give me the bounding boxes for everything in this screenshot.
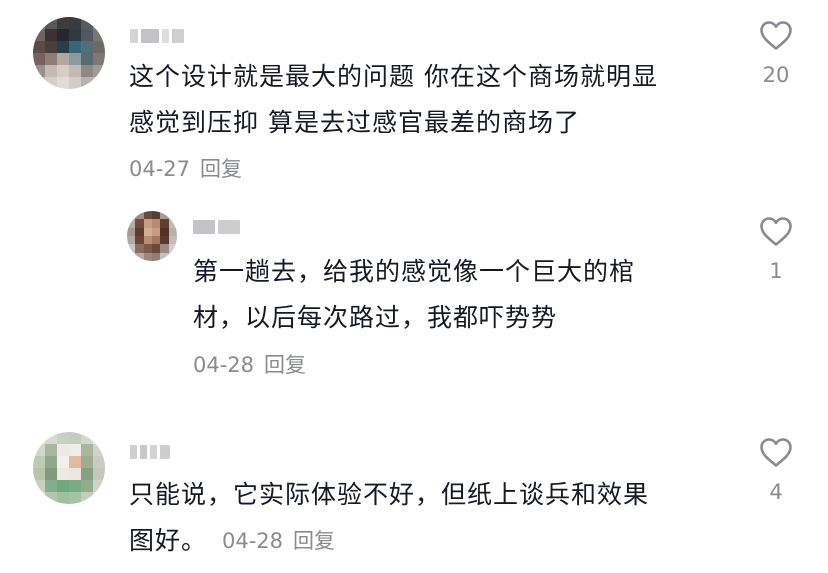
like-button[interactable]: 1 xyxy=(752,216,800,283)
comment-meta: 04-28 回复 xyxy=(222,527,335,555)
like-button[interactable]: 4 xyxy=(752,437,800,504)
reply-button[interactable]: 回复 xyxy=(200,157,242,181)
heart-outline-icon xyxy=(760,438,792,467)
comment-text-line: 第一趟去，给我的感觉像一个巨大的棺 xyxy=(193,257,636,286)
comment-date: 04-28 xyxy=(193,353,255,377)
avatar[interactable] xyxy=(33,432,105,504)
like-count: 1 xyxy=(769,259,783,283)
heart-outline-icon xyxy=(760,217,792,246)
comment-meta: 04-28 回复 xyxy=(193,351,306,379)
comment-text: 图好。 xyxy=(129,518,207,564)
reply-button[interactable]: 回复 xyxy=(264,353,306,377)
comment-text-line: 只能说，它实际体验不好，但纸上谈兵和效果 xyxy=(129,480,650,509)
username[interactable] xyxy=(130,28,184,44)
comment-meta: 04-27 回复 xyxy=(129,155,242,183)
avatar[interactable] xyxy=(127,211,177,261)
username[interactable] xyxy=(130,444,170,460)
comment-text-line: 感觉到压抑 算是去过感官最差的商场了 xyxy=(129,108,580,137)
reply-button[interactable]: 回复 xyxy=(293,529,335,553)
like-count: 20 xyxy=(762,63,790,87)
like-button[interactable]: 20 xyxy=(752,20,800,87)
comment-text: 这个设计就是最大的问题 你在这个商场就明显 感觉到压抑 算是去过感官最差的商场了 xyxy=(129,54,658,146)
comment-date: 04-28 xyxy=(222,529,284,553)
username[interactable] xyxy=(193,219,240,235)
like-count: 4 xyxy=(769,480,783,504)
comment-text-line: 图好。 xyxy=(129,526,208,555)
comment-date: 04-27 xyxy=(129,157,191,181)
avatar[interactable] xyxy=(33,17,105,89)
comment-text-line: 这个设计就是最大的问题 你在这个商场就明显 xyxy=(129,62,658,91)
comment-text: 第一趟去，给我的感觉像一个巨大的棺 材，以后每次路过，我都吓势势 xyxy=(193,249,635,341)
heart-outline-icon xyxy=(760,21,792,50)
comment-text-line: 材，以后每次路过，我都吓势势 xyxy=(193,303,558,332)
comment-text: 只能说，它实际体验不好，但纸上谈兵和效果 xyxy=(129,472,649,518)
